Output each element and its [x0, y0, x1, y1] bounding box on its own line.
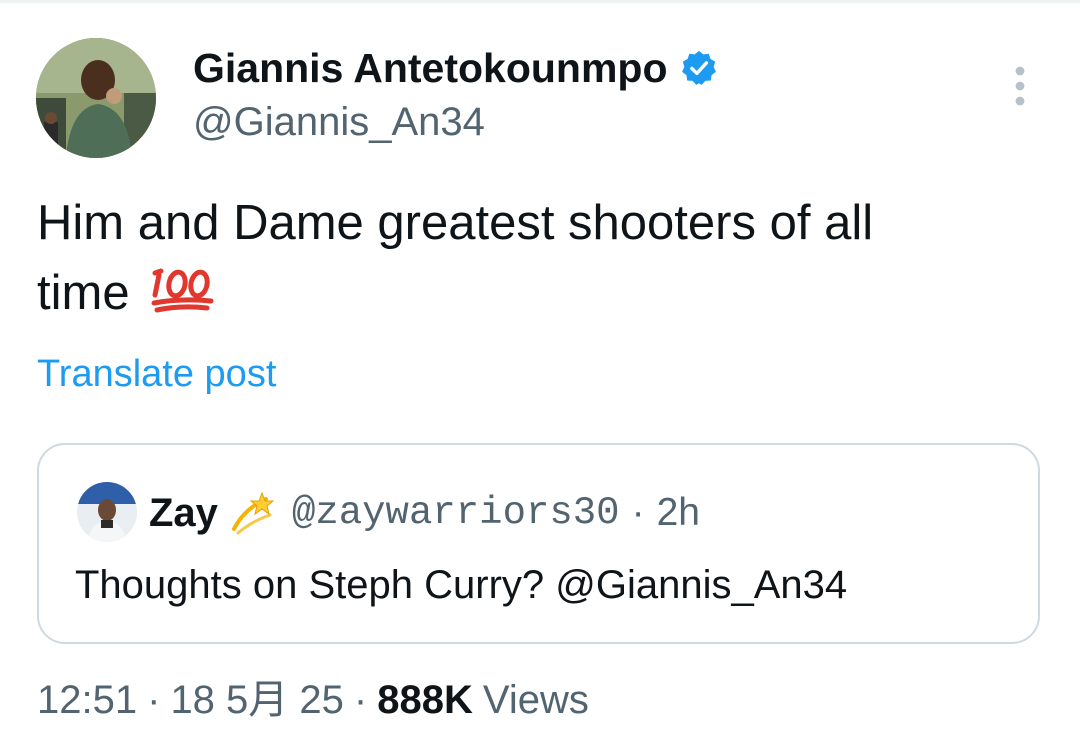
author-handle[interactable]: @Giannis_An34	[193, 98, 485, 146]
top-divider	[0, 0, 1080, 3]
quoted-post-header: Zay @zaywarriors30 · 2h	[149, 489, 700, 537]
quoted-author-name: Zay	[149, 490, 218, 535]
author-avatar[interactable]	[36, 38, 156, 158]
views-label: Views	[482, 678, 589, 722]
author-display-name: Giannis Antetokounmpo	[193, 45, 668, 91]
quoted-author-handle: @zaywarriors30	[291, 491, 620, 535]
meta-separator: ·	[147, 678, 161, 722]
more-options-icon[interactable]	[1006, 64, 1034, 110]
translate-post-link[interactable]: Translate post	[37, 352, 276, 396]
post-text-line-2: time	[37, 266, 130, 320]
post-time[interactable]: 12:51	[37, 674, 137, 726]
post-date[interactable]: 18 5月 25	[170, 674, 343, 726]
post-text-line-1: Him and Dame greatest shooters of all	[37, 196, 874, 250]
quoted-author-avatar	[77, 482, 137, 542]
post-meta: 12:51 · 18 5月 25 · 888K Views	[37, 674, 589, 726]
hundred-points-icon	[151, 264, 217, 314]
post-text: Him and Dame greatest shooters of all ti…	[37, 188, 1037, 328]
quoted-post-text: Thoughts on Steph Curry? @Giannis_An34	[75, 563, 848, 607]
verified-badge-icon	[680, 49, 718, 87]
meta-separator: ·	[353, 678, 368, 722]
views-count[interactable]: 888K	[377, 674, 473, 726]
dizzy-icon	[230, 491, 276, 535]
avatar-photo-icon	[36, 38, 156, 158]
quoted-avatar-photo-icon	[77, 482, 137, 542]
quoted-post-card[interactable]: Zay @zaywarriors30 · 2h Thoughts on Step…	[37, 443, 1040, 644]
author-name[interactable]: Giannis Antetokounmpo	[193, 44, 718, 92]
quoted-post-time: 2h	[656, 491, 700, 534]
header-separator: ·	[631, 491, 645, 534]
